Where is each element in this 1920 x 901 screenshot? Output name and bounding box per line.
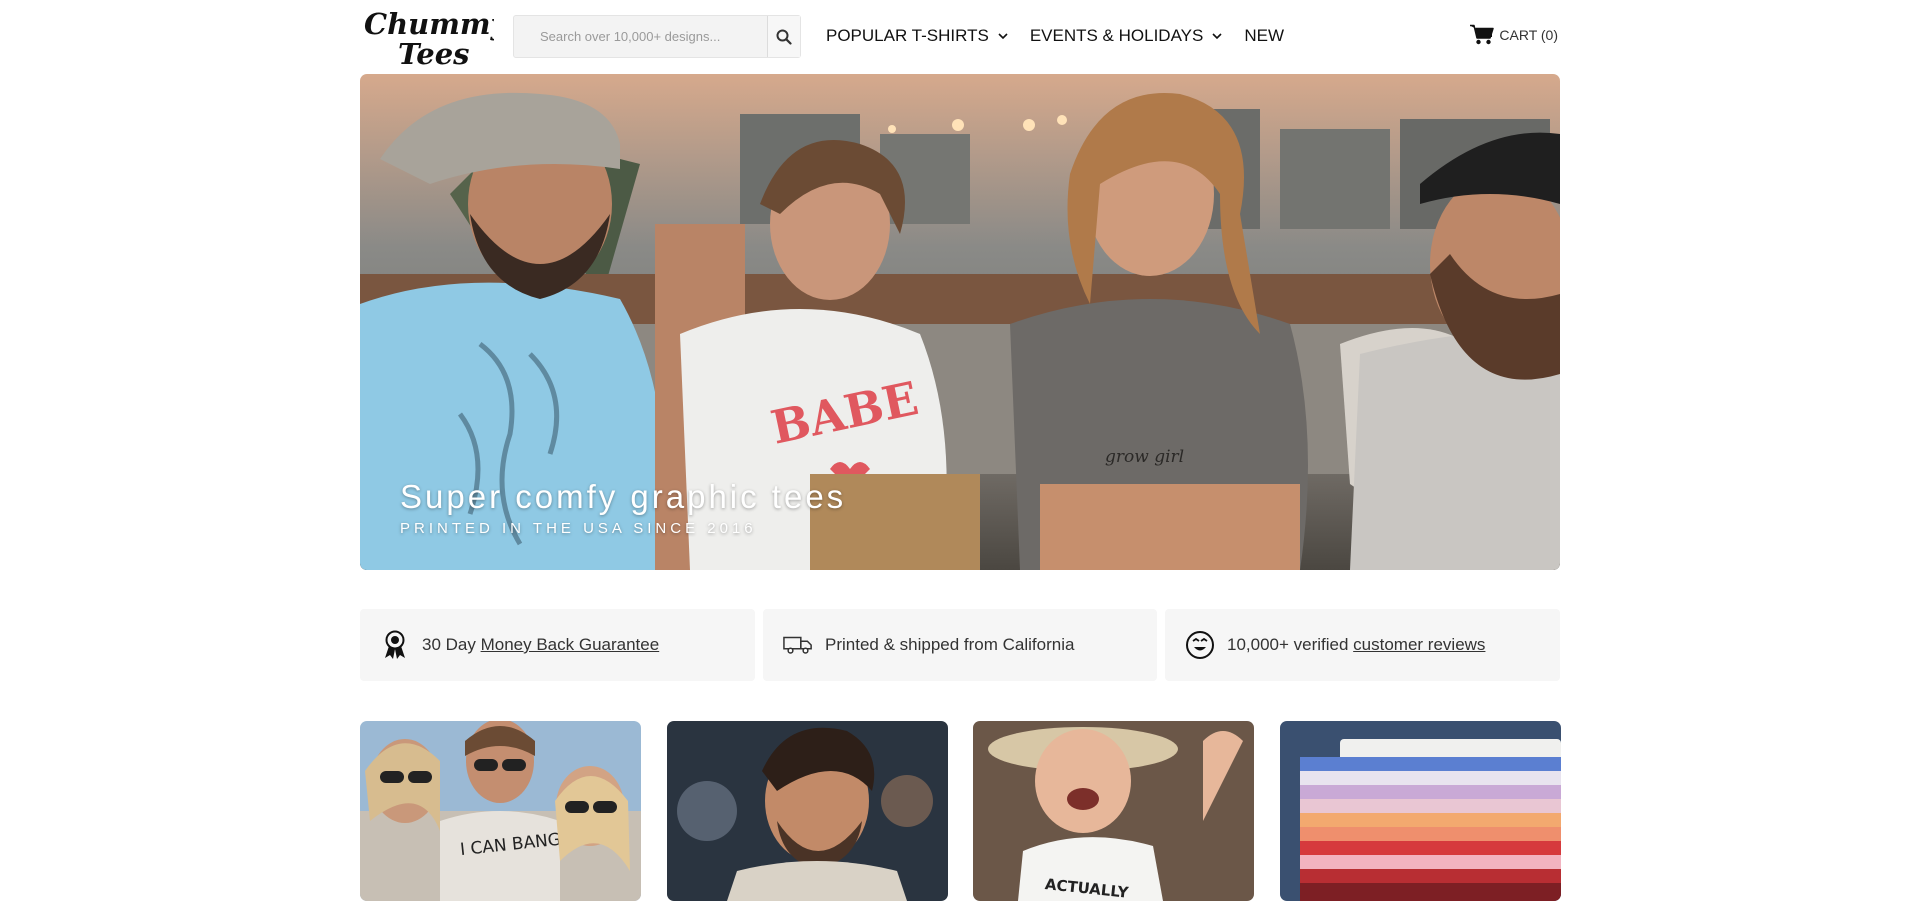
main-nav: POPULAR T-SHIRTS EVENTS & HOLIDAYS NEW — [826, 24, 1284, 48]
category-card-friends[interactable]: I CAN BANG — [360, 721, 641, 901]
card-photo — [1280, 721, 1561, 901]
happy-face-icon — [1185, 630, 1215, 660]
category-card-men[interactable] — [667, 721, 948, 901]
category-card-colors[interactable] — [1280, 721, 1561, 901]
svg-text:Chummy: Chummy — [364, 7, 494, 41]
cart-button[interactable]: CART (0) — [1470, 24, 1558, 45]
shirt-print-grow: grow girl — [1105, 447, 1184, 467]
search-button[interactable] — [767, 16, 800, 57]
nav-new[interactable]: NEW — [1244, 26, 1284, 46]
chevron-down-icon — [1212, 32, 1222, 39]
feature-shipping: Printed & shipped from California — [763, 609, 1157, 681]
card-photo: ACTUALLY — [973, 721, 1254, 901]
feature-text: 30 Day — [422, 635, 481, 654]
search-box — [513, 15, 801, 58]
site-header: Chummy Tees POPULAR T-SHIRTS EVENTS & HO… — [360, 0, 1560, 73]
nav-label: POPULAR T-SHIRTS — [826, 26, 989, 45]
hero-title: Super comfy graphic tees — [400, 478, 847, 515]
hero-subtitle: PRINTED IN THE USA SINCE 2016 — [400, 520, 757, 537]
shopping-cart-icon — [1470, 24, 1495, 45]
feature-money-back: 30 Day Money Back Guarantee — [360, 609, 755, 681]
nav-popular-tshirts[interactable]: POPULAR T-SHIRTS — [826, 26, 1030, 46]
logo-wordmark: Chummy Tees — [364, 7, 510, 71]
chevron-down-icon — [998, 32, 1008, 39]
money-back-guarantee-link[interactable]: Money Back Guarantee — [481, 635, 660, 655]
feature-text: 10,000+ verified — [1227, 635, 1354, 654]
search-icon — [776, 29, 792, 45]
nav-label: EVENTS & HOLIDAYS — [1029, 26, 1204, 45]
card-photo — [667, 721, 948, 901]
nav-label: NEW — [1244, 26, 1284, 45]
cart-label: CART (0) — [1499, 26, 1558, 43]
hero-banner[interactable]: BABE grow girl Super comfy graphic tees … — [360, 74, 1560, 570]
nav-events-holidays[interactable]: EVENTS & HOLIDAYS — [1030, 26, 1245, 46]
svg-text:Tees: Tees — [398, 37, 469, 68]
search-input[interactable] — [514, 16, 768, 57]
feature-text: Printed & shipped from California — [825, 635, 1075, 654]
customer-reviews-link[interactable]: customer reviews — [1353, 635, 1485, 655]
feature-reviews: 10,000+ verified customer reviews — [1165, 609, 1560, 681]
site-logo[interactable]: Chummy Tees — [362, 6, 510, 71]
award-ribbon-icon — [380, 630, 410, 660]
card-photo: I CAN BANG — [360, 721, 641, 901]
delivery-truck-icon — [783, 630, 813, 660]
category-card-baby[interactable]: ACTUALLY — [973, 721, 1254, 901]
